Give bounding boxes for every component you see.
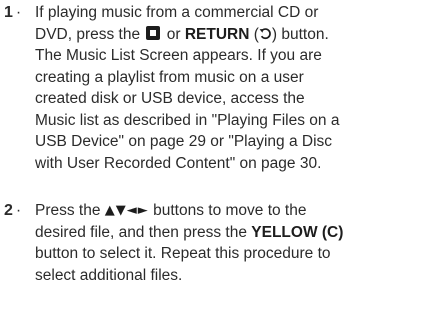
arrow-buttons-icon: ▲▼◄► — [104, 203, 149, 218]
step-separator: · — [15, 4, 22, 21]
return-button-label: RETURN — [184, 25, 250, 43]
text-segment: DVD, press the — [35, 25, 141, 43]
text-segment: ) button. — [271, 25, 329, 43]
step-line: If playing music from a commercial CD or — [35, 4, 319, 21]
text-segment: desired file, and then press the — [35, 223, 247, 241]
step-line: creating a playlist from music on a user — [35, 68, 304, 86]
step-line: desired file, and then press the YELLOW … — [35, 222, 435, 244]
step-line: The Music List Screen appears. If you ar… — [35, 47, 322, 64]
step-number: 1 · — [4, 2, 21, 24]
yellow-button-label: YELLOW (C) — [251, 223, 344, 241]
step-number: 2 · — [4, 200, 21, 222]
step-separator: · — [15, 202, 22, 219]
text-segment: buttons to move to the — [153, 202, 307, 219]
text-segment: or — [166, 25, 181, 43]
step-line: DVD, press the or RETURN () button. — [35, 24, 435, 46]
step-text: If playing music from a commercial CD or… — [35, 2, 435, 174]
step-number-value: 1 — [4, 4, 13, 21]
step-line: created disk or USB device, access the — [35, 90, 305, 107]
step-line: select additional files. — [35, 266, 183, 284]
step-line: USB Device" on page 29 or "Playing a Dis… — [35, 133, 333, 150]
step-line: Press the ▲▼◄► buttons to move to the — [35, 200, 435, 222]
text-segment: Press the — [35, 202, 101, 219]
return-icon — [259, 27, 271, 39]
step-line: button to select it. Repeat this procedu… — [35, 245, 331, 262]
step-line: with User Recorded Content" on page 30. — [35, 154, 322, 172]
step-line: Music list as described in "Playing File… — [35, 111, 340, 129]
step-text: Press the ▲▼◄► buttons to move to the de… — [35, 200, 435, 286]
stop-button-icon — [146, 25, 161, 40]
step-number-value: 2 — [4, 202, 13, 219]
